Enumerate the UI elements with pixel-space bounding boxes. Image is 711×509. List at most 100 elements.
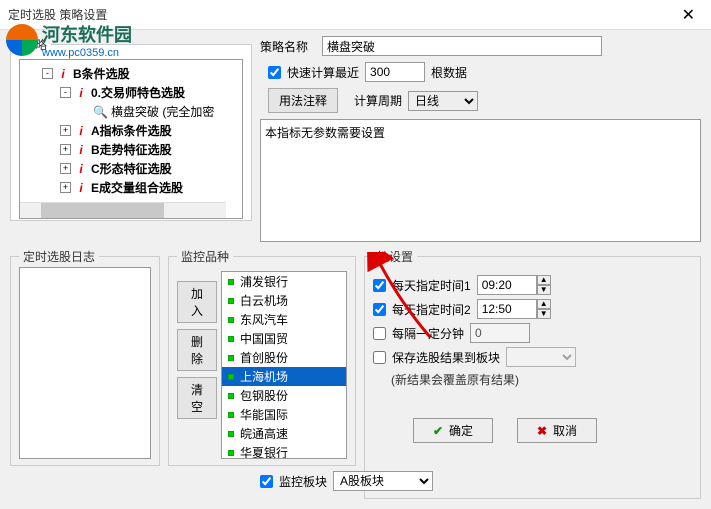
check-icon: ✔	[433, 424, 443, 438]
spin-up-icon[interactable]: ▲	[537, 299, 551, 309]
cancel-button[interactable]: ✖取消	[517, 418, 597, 443]
time2-checkbox[interactable]	[373, 303, 386, 316]
watermark-text: 河东软件园	[42, 21, 132, 47]
log-legend: 定时选股日志	[19, 248, 99, 265]
info-icon: i	[57, 67, 69, 81]
time1-checkbox[interactable]	[373, 279, 386, 292]
tree-node[interactable]: -i B条件选股	[42, 64, 238, 83]
spin-down-icon[interactable]: ▼	[537, 309, 551, 319]
tree-node-label: C形态特征选股	[91, 160, 172, 177]
time1-label: 每天指定时间1	[392, 277, 471, 294]
strategy-form: 策略名称 快速计算最近 根数据 用法注释 计算周期 日线 本指标无参数需要设置	[260, 36, 701, 242]
watermark-url: www.pc0359.cn	[42, 47, 132, 59]
tree-node-label: B走势特征选股	[91, 141, 172, 158]
fast-calc-label: 快速计算最近	[287, 64, 359, 81]
expand-icon[interactable]: +	[60, 163, 71, 174]
watermark: 河东软件园 www.pc0359.cn	[6, 20, 132, 60]
interval-checkbox[interactable]	[373, 327, 386, 340]
fast-calc-checkbox[interactable]	[268, 66, 281, 79]
tree-scrollbar[interactable]	[20, 202, 226, 218]
list-item[interactable]: 华能国际	[222, 405, 346, 424]
name-input[interactable]	[322, 36, 602, 56]
strategy-tree[interactable]: -iB条件选股-i0.交易师特色选股🔍横盘突破 (完全加密+iA指标条件选股+i…	[19, 59, 243, 219]
stock-icon	[226, 372, 236, 382]
save-block-select	[506, 347, 576, 367]
list-item[interactable]: 中国国贸	[222, 329, 346, 348]
description-area[interactable]: 本指标无参数需要设置	[260, 119, 701, 242]
tree-node[interactable]: 🔍横盘突破 (完全加密	[78, 102, 238, 121]
time2-input[interactable]	[477, 299, 537, 319]
monitor-block-select[interactable]: A股板块	[333, 471, 433, 491]
list-item[interactable]: 首创股份	[222, 348, 346, 367]
list-item[interactable]: 包钢股份	[222, 386, 346, 405]
list-item[interactable]: 白云机场	[222, 291, 346, 310]
stock-icon	[226, 429, 236, 439]
tree-node-label: B条件选股	[73, 65, 130, 82]
monitor-fieldset: 监控品种 加入 删除 清空 浦发银行白云机场东风汽车中国国贸首创股份上海机场包钢…	[168, 248, 356, 466]
fast-calc-suffix: 根数据	[431, 64, 467, 81]
stock-name: 皖通高速	[240, 425, 288, 442]
monitor-legend: 监控品种	[177, 248, 233, 265]
logo-icon	[6, 24, 38, 56]
cross-icon: ✖	[537, 424, 547, 438]
interval-input	[470, 323, 530, 343]
stock-icon	[226, 391, 236, 401]
expand-icon[interactable]: -	[42, 68, 53, 79]
ok-button[interactable]: ✔确定	[413, 418, 493, 443]
log-area[interactable]	[19, 267, 151, 459]
info-icon: i	[75, 143, 87, 157]
list-item[interactable]: 皖通高速	[222, 424, 346, 443]
list-item[interactable]: 华夏银行	[222, 443, 346, 459]
spin-up-icon[interactable]: ▲	[537, 275, 551, 285]
close-icon[interactable]: ✕	[674, 5, 703, 25]
tree-node[interactable]: -i 0.交易师特色选股	[60, 83, 238, 102]
tree-node[interactable]: + i A指标条件选股	[60, 121, 238, 140]
time2-label: 每天指定时间2	[392, 301, 471, 318]
period-label: 计算周期	[354, 92, 402, 109]
list-item[interactable]: 浦发银行	[222, 272, 346, 291]
stock-name: 白云机场	[240, 292, 288, 309]
expand-icon[interactable]: +	[60, 144, 71, 155]
info-icon: i	[75, 86, 87, 100]
stock-name: 首创股份	[240, 349, 288, 366]
strategy-fieldset: 策略 -iB条件选股-i0.交易师特色选股🔍横盘突破 (完全加密+iA指标条件选…	[10, 36, 252, 221]
list-item[interactable]: 上海机场	[222, 367, 346, 386]
expand-icon[interactable]: +	[60, 182, 71, 193]
stock-icon	[226, 448, 236, 458]
spin-down-icon[interactable]: ▼	[537, 285, 551, 295]
stock-name: 上海机场	[240, 368, 288, 385]
tree-node[interactable]: +iE成交量组合选股	[60, 178, 238, 197]
add-button[interactable]: 加入	[177, 281, 217, 323]
list-item[interactable]: 东风汽车	[222, 310, 346, 329]
stock-name: 浦发银行	[240, 273, 288, 290]
props-legend: 性设置	[373, 248, 417, 265]
expand-icon[interactable]: +	[60, 125, 71, 136]
log-fieldset: 定时选股日志	[10, 248, 160, 466]
stock-name: 东风汽车	[240, 311, 288, 328]
stock-name: 中国国贸	[240, 330, 288, 347]
tree-node[interactable]: + i B走势特征选股	[60, 140, 238, 159]
monitor-block-label: 监控板块	[279, 473, 327, 490]
stock-icon	[226, 353, 236, 363]
time1-input[interactable]	[477, 275, 537, 295]
expand-icon[interactable]: -	[60, 87, 71, 98]
info-icon: i	[75, 124, 87, 138]
clear-button[interactable]: 清空	[177, 377, 217, 419]
usage-button[interactable]: 用法注释	[268, 88, 338, 113]
tree-node[interactable]: + i C形态特征选股	[60, 159, 238, 178]
tree-node-label: A指标条件选股	[91, 122, 172, 139]
save-label: 保存选股结果到板块	[392, 349, 500, 366]
save-checkbox[interactable]	[373, 351, 386, 364]
period-select[interactable]: 日线	[408, 91, 478, 111]
tree-node-label: 0.交易师特色选股	[91, 84, 185, 101]
stock-name: 华夏银行	[240, 444, 288, 459]
info-icon: i	[75, 162, 87, 176]
stock-list[interactable]: 浦发银行白云机场东风汽车中国国贸首创股份上海机场包钢股份华能国际皖通高速华夏银行…	[221, 271, 347, 459]
stock-name: 包钢股份	[240, 387, 288, 404]
stock-icon	[226, 315, 236, 325]
tree-node-label: E成交量组合选股	[91, 179, 183, 196]
fast-calc-input[interactable]	[365, 62, 425, 82]
monitor-block-checkbox[interactable]	[260, 475, 273, 488]
save-note: (新结果会覆盖原有结果)	[391, 371, 692, 388]
delete-button[interactable]: 删除	[177, 329, 217, 371]
